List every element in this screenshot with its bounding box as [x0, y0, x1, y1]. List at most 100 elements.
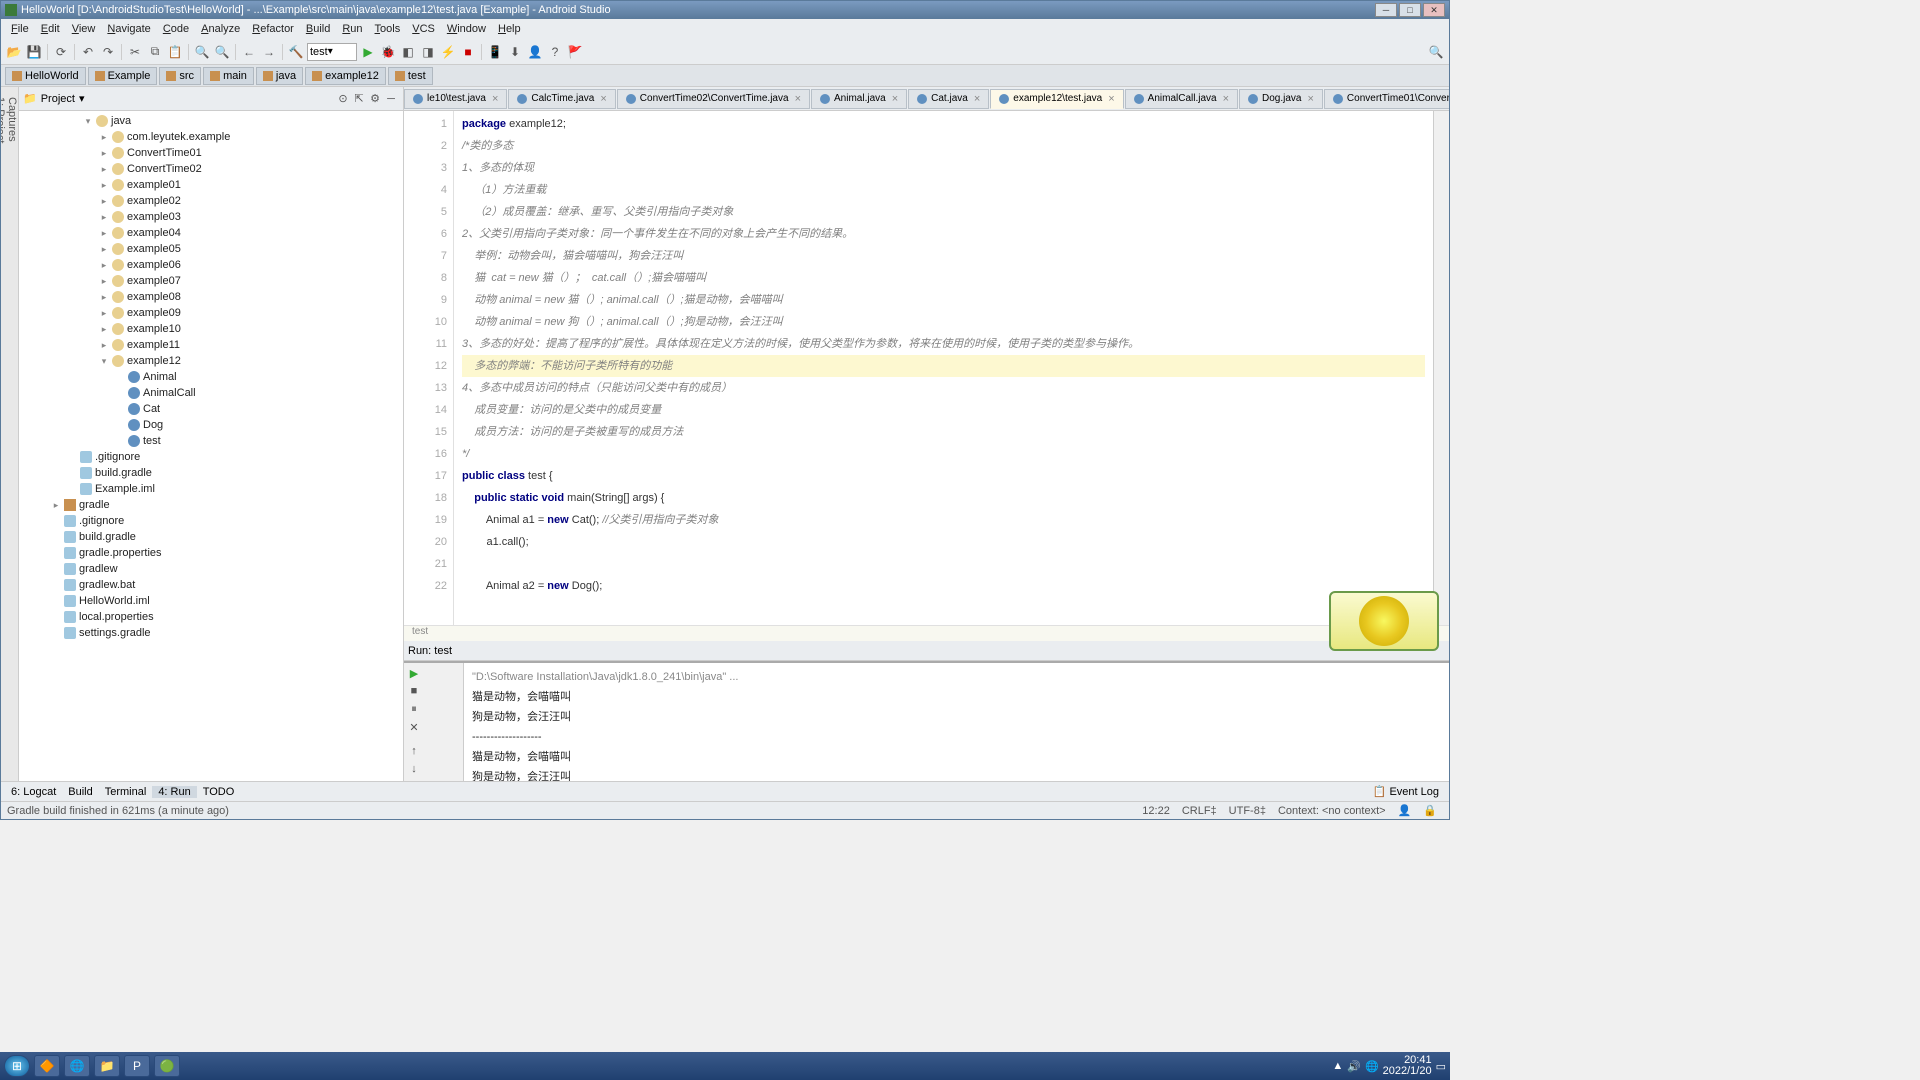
profile-icon[interactable]: ◧ — [399, 43, 417, 61]
tree-node[interactable]: ▾java — [19, 113, 403, 129]
search-everywhere-icon[interactable]: 🔍 — [1427, 43, 1445, 61]
gutter[interactable]: 12345678910111213141516▶17▶1819202122 — [404, 111, 454, 625]
taskbar-app-1[interactable]: 🔶 — [34, 1055, 60, 1077]
tree-node[interactable]: ▸example03 — [19, 209, 403, 225]
apply-icon[interactable]: ⚡ — [439, 43, 457, 61]
close-run-icon[interactable]: ✕ — [406, 719, 422, 735]
menu-code[interactable]: Code — [157, 23, 195, 35]
tab-close-icon[interactable]: × — [600, 93, 606, 105]
tree-node[interactable]: ▸example05 — [19, 241, 403, 257]
menu-navigate[interactable]: Navigate — [101, 23, 156, 35]
tree-node[interactable]: AnimalCall — [19, 385, 403, 401]
editor-tab[interactable]: Cat.java× — [908, 89, 989, 109]
maximize-button[interactable]: □ — [1399, 3, 1421, 17]
menu-file[interactable]: File — [5, 23, 35, 35]
menu-window[interactable]: Window — [441, 23, 492, 35]
tree-node[interactable]: ▸example09 — [19, 305, 403, 321]
project-tab[interactable]: 1: Project — [1, 97, 6, 771]
bottom-tab[interactable]: Terminal — [99, 786, 153, 798]
find-icon[interactable]: 🔍 — [193, 43, 211, 61]
tab-close-icon[interactable]: × — [974, 93, 980, 105]
breadcrumb-item[interactable]: main — [203, 67, 254, 85]
editor-tab[interactable]: AnimalCall.java× — [1125, 89, 1238, 109]
close-button[interactable]: ✕ — [1423, 3, 1445, 17]
tab-close-icon[interactable]: × — [795, 93, 801, 105]
tree-node[interactable]: Example.iml — [19, 481, 403, 497]
editor-tab[interactable]: le10\test.java× — [404, 89, 507, 109]
breadcrumb-item[interactable]: src — [159, 67, 201, 85]
menu-build[interactable]: Build — [300, 23, 336, 35]
run-icon[interactable]: ▶ — [359, 43, 377, 61]
replace-icon[interactable]: 🔍 — [213, 43, 231, 61]
tree-node[interactable]: local.properties — [19, 609, 403, 625]
attach-icon[interactable]: ◨ — [419, 43, 437, 61]
stop-icon[interactable]: ■ — [459, 43, 477, 61]
sdk-icon[interactable]: ⬇ — [506, 43, 524, 61]
redo-icon[interactable]: ↷ — [99, 43, 117, 61]
bottom-tab[interactable]: Build — [62, 786, 98, 798]
editor-tab[interactable]: CalcTime.java× — [508, 89, 615, 109]
editor-tab[interactable]: example12\test.java× — [990, 89, 1123, 109]
tray-icon[interactable]: 🌐 — [1365, 1060, 1379, 1073]
tree-node[interactable]: build.gradle — [19, 529, 403, 545]
tree-node[interactable]: gradlew — [19, 561, 403, 577]
taskbar-android-studio[interactable]: 🟢 — [154, 1055, 180, 1077]
run-output[interactable]: "D:\Software Installation\Java\jdk1.8.0_… — [464, 663, 1449, 781]
tree-node[interactable]: .gitignore — [19, 513, 403, 529]
editor-crumb[interactable]: test — [404, 625, 1449, 641]
stop2-icon[interactable]: 🚩 — [566, 43, 584, 61]
line-separator[interactable]: CRLF‡ — [1176, 805, 1223, 817]
captures-tab[interactable]: Captures — [6, 97, 18, 771]
code-editor[interactable]: 12345678910111213141516▶17▶1819202122 pa… — [404, 111, 1449, 625]
tray-icon[interactable]: 🔊 — [1347, 1060, 1361, 1073]
bottom-tab[interactable]: 4: Run — [152, 786, 196, 798]
inspect-icon[interactable]: 👤 — [1392, 804, 1418, 817]
file-encoding[interactable]: UTF-8‡ — [1223, 805, 1272, 817]
context-label[interactable]: Context: <no context> — [1272, 805, 1392, 817]
tree-node[interactable]: ▸gradle — [19, 497, 403, 513]
minimize-button[interactable]: ─ — [1375, 3, 1397, 17]
layout-icon[interactable]: 👤 — [526, 43, 544, 61]
tree-node[interactable]: ▸example07 — [19, 273, 403, 289]
tree-node[interactable]: settings.gradle — [19, 625, 403, 641]
menu-run[interactable]: Run — [336, 23, 368, 35]
tab-close-icon[interactable]: × — [1223, 93, 1229, 105]
tree-node[interactable]: ▸example02 — [19, 193, 403, 209]
tree-node[interactable]: ▸example08 — [19, 289, 403, 305]
forward-icon[interactable]: → — [260, 43, 278, 61]
system-tray[interactable]: ▲ 🔊 🌐 20:41 2022/1/20 ▭ — [1332, 1055, 1446, 1077]
event-log-tab[interactable]: 📋 Event Log — [1367, 785, 1445, 798]
taskbar-powerpoint[interactable]: P — [124, 1055, 150, 1077]
menu-edit[interactable]: Edit — [35, 23, 66, 35]
editor-tab[interactable]: Animal.java× — [811, 89, 907, 109]
breadcrumb-item[interactable]: example12 — [305, 67, 386, 85]
debug-icon[interactable]: 🐞 — [379, 43, 397, 61]
cursor-position[interactable]: 12:22 — [1136, 805, 1176, 817]
hide-panel-icon[interactable]: ─ — [383, 91, 399, 107]
tree-node[interactable]: build.gradle — [19, 465, 403, 481]
down-icon[interactable]: ↓ — [406, 761, 422, 777]
breadcrumb-item[interactable]: java — [256, 67, 303, 85]
tree-node[interactable]: gradle.properties — [19, 545, 403, 561]
menu-refactor[interactable]: Refactor — [246, 23, 300, 35]
menu-vcs[interactable]: VCS — [406, 23, 441, 35]
tab-close-icon[interactable]: × — [492, 93, 498, 105]
tree-node[interactable]: HelloWorld.iml — [19, 593, 403, 609]
tray-icon[interactable]: ▲ — [1332, 1060, 1343, 1072]
cut-icon[interactable]: ✂ — [126, 43, 144, 61]
menu-tools[interactable]: Tools — [369, 23, 407, 35]
up-icon[interactable]: ↑ — [406, 743, 422, 759]
tree-node[interactable]: .gitignore — [19, 449, 403, 465]
menu-analyze[interactable]: Analyze — [195, 23, 246, 35]
sync-icon[interactable]: ⟳ — [52, 43, 70, 61]
tree-node[interactable]: ▸example06 — [19, 257, 403, 273]
project-mode-label[interactable]: Project — [41, 93, 75, 105]
start-button[interactable]: ⊞ — [4, 1055, 30, 1077]
collapse-all-icon[interactable]: ⇱ — [351, 91, 367, 107]
clock[interactable]: 20:41 2022/1/20 — [1383, 1055, 1432, 1077]
undo-icon[interactable]: ↶ — [79, 43, 97, 61]
lock-icon[interactable]: 🔒 — [1417, 804, 1443, 817]
build-icon[interactable]: 🔨 — [287, 43, 305, 61]
tab-close-icon[interactable]: × — [892, 93, 898, 105]
tree-node[interactable]: ▸example10 — [19, 321, 403, 337]
